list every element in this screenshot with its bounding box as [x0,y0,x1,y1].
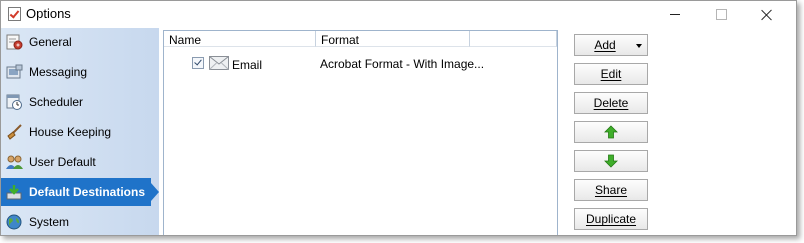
minimize-button[interactable] [652,1,698,28]
destinations-list[interactable]: Name Format Email Acrobat Format - With … [163,30,558,235]
title-bar[interactable]: Options [1,1,796,28]
close-button[interactable] [744,1,790,28]
sidebar-item-label: User Default [29,155,96,169]
sidebar-item-scheduler[interactable]: Scheduler [1,88,159,116]
sidebar-item-label: Messaging [29,65,88,79]
sidebar-item-label: General [29,35,72,49]
sidebar-item-default-destinations[interactable]: Default Destinations [1,178,159,206]
destination-name: Email [232,58,263,72]
duplicate-button[interactable]: Duplicate [574,208,648,230]
options-window: Options General Messaging Scheduler Hous… [0,0,797,236]
options-sidebar: General Messaging Scheduler House Keepin… [1,28,159,235]
general-icon [6,34,23,50]
sidebar-item-label: System [29,215,70,229]
close-icon [761,9,773,21]
list-item[interactable]: Email Acrobat Format - With Image... [164,48,557,76]
sidebar-item-system[interactable]: System [1,208,159,235]
window-title: Options [26,6,71,21]
maximize-button[interactable] [698,1,744,28]
maximize-icon [715,9,727,20]
sidebar-item-user-default[interactable]: User Default [1,148,159,176]
minimize-icon [670,14,680,15]
dropdown-arrow-icon [636,44,642,48]
globe-icon [6,214,22,230]
app-icon [8,7,21,21]
share-button[interactable]: Share [574,179,648,201]
messaging-icon [6,64,23,79]
edit-button[interactable]: Edit [574,63,648,85]
sidebar-item-house-keeping[interactable]: House Keeping [1,118,159,146]
sidebar-item-label: Default Destinations [29,185,146,199]
delete-button[interactable]: Delete [574,92,648,114]
green-down-arrow-icon [604,154,618,168]
move-up-button[interactable] [574,121,648,143]
row-checkbox[interactable] [192,57,204,69]
destination-icon [6,185,22,200]
destination-format: Acrobat Format - With Image... [320,57,485,71]
sidebar-item-messaging[interactable]: Messaging [1,58,159,86]
mail-icon [209,56,229,70]
sidebar-item-label: House Keeping [29,125,112,139]
add-button[interactable]: Add [574,34,648,56]
sidebar-item-label: Scheduler [29,95,84,109]
column-header-blank[interactable] [470,31,557,47]
green-up-arrow-icon [604,125,618,139]
sidebar-item-general[interactable]: General [1,28,159,56]
move-down-button[interactable] [574,150,648,172]
column-header-format[interactable]: Format [316,31,470,47]
broom-icon [7,124,22,140]
column-header-name[interactable]: Name [164,31,316,47]
users-icon [6,155,23,169]
scheduler-icon [6,94,22,110]
